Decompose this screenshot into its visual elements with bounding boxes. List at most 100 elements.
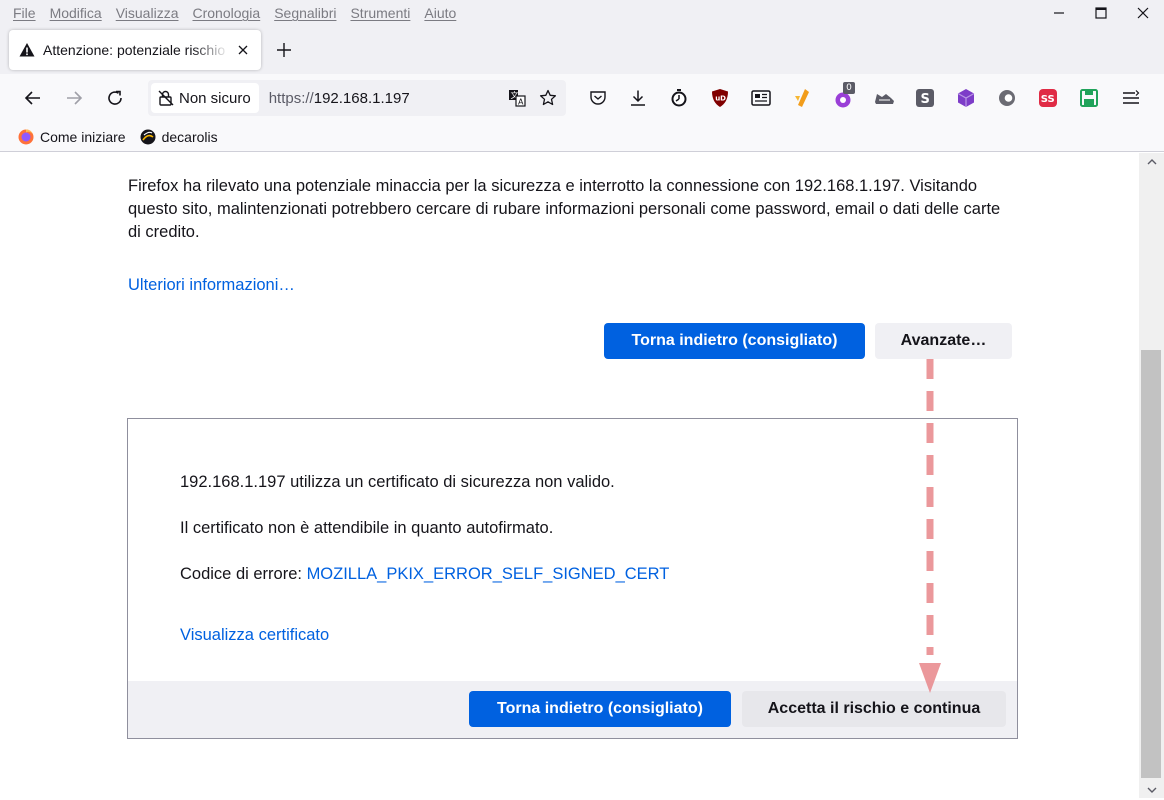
reload-button[interactable]: [99, 82, 131, 114]
menu-aiuto[interactable]: Aiuto: [417, 5, 463, 21]
site-identity-button[interactable]: Non sicuro: [151, 83, 259, 113]
extension-timer-button[interactable]: [668, 87, 690, 109]
extension-orange-button[interactable]: [791, 87, 813, 109]
svg-text:SS: SS: [1041, 94, 1055, 105]
newspaper-icon: [751, 90, 771, 106]
menu-strumenti[interactable]: Strumenti: [343, 5, 417, 21]
tab-title: Attenzione: potenziale rischio per la si…: [43, 42, 229, 58]
chevron-up-icon: [1147, 158, 1156, 164]
accept-risk-button[interactable]: Accetta il rischio e continua: [742, 691, 1006, 727]
shoe-extension-button[interactable]: [873, 87, 895, 109]
menu-file[interactable]: File: [6, 5, 43, 21]
annotation-arrow: [919, 359, 941, 693]
bookmark-decarolis[interactable]: decarolis: [140, 129, 218, 145]
page-scrollbar[interactable]: [1139, 153, 1164, 798]
close-icon: [238, 45, 248, 55]
menu-cronologia[interactable]: Cronologia: [185, 5, 267, 21]
arrow-right-icon: [67, 91, 83, 105]
url-text[interactable]: https://192.168.1.197: [269, 90, 504, 107]
view-certificate-link[interactable]: Visualizza certificato: [180, 626, 329, 645]
maximize-icon: [1095, 7, 1107, 19]
error-description: Firefox ha rilevato una potenziale minac…: [128, 177, 1001, 241]
bookmark-label: decarolis: [161, 128, 218, 145]
bookmark-come-iniziare[interactable]: Come iniziare: [18, 129, 126, 145]
menu-visualizza[interactable]: Visualizza: [109, 5, 186, 21]
svg-text:A: A: [518, 98, 524, 107]
menu-segnalibri[interactable]: Segnalibri: [267, 5, 343, 21]
translate-button[interactable]: 文 A: [504, 85, 530, 111]
star-icon: [539, 89, 557, 106]
close-window-button[interactable]: [1122, 0, 1164, 26]
go-back-button[interactable]: Torna indietro (consigliato): [604, 323, 865, 359]
orange-bolt-icon: [795, 89, 809, 107]
tab-close-button[interactable]: [235, 42, 251, 58]
bookmark-label: Come iniziare: [40, 128, 126, 145]
minimize-button[interactable]: [1038, 0, 1080, 26]
save-extension-button[interactable]: [1078, 87, 1100, 109]
privacy-badger-button[interactable]: 0: [832, 82, 856, 110]
ss-red-icon: SS: [1039, 89, 1057, 107]
ublock-shield-icon: uD: [712, 89, 728, 107]
download-icon: [631, 90, 645, 106]
tab-security-warning[interactable]: Attenzione: potenziale rischio per la si…: [9, 30, 261, 70]
advanced-button[interactable]: Avanzate…: [875, 323, 1012, 359]
insecure-lock-icon: [158, 90, 174, 106]
forward-button[interactable]: [58, 82, 90, 114]
menu-bar: File Modifica Visualizza Cronologia Segn…: [0, 0, 1164, 26]
bookmark-star-button[interactable]: [535, 85, 561, 111]
s-extension-button[interactable]: S: [914, 87, 936, 109]
advanced-panel: 192.168.1.197 utilizza un certificato di…: [127, 418, 1018, 739]
url-bar[interactable]: Non sicuro https://192.168.1.197 文 A: [148, 80, 566, 116]
new-tab-button[interactable]: [272, 38, 296, 62]
url-host: 192.168.1.197: [313, 89, 410, 107]
gray-ring-icon: [999, 90, 1015, 106]
decarolis-favicon-icon: [140, 129, 156, 144]
reader-extension-button[interactable]: [750, 87, 772, 109]
self-signed-text: Il certificato non è attendibile in quan…: [180, 519, 554, 537]
url-scheme: https://: [268, 89, 314, 107]
firefox-logo-icon: [18, 129, 34, 144]
maximize-button[interactable]: [1080, 0, 1122, 26]
not-secure-label: Non sicuro: [179, 89, 251, 107]
error-code-link[interactable]: MOZILLA_PKIX_ERROR_SELF_SIGNED_CERT: [307, 565, 670, 583]
translate-icon: 文 A: [509, 90, 526, 107]
circle-extension-button[interactable]: [996, 87, 1018, 109]
ublock-button[interactable]: uD: [709, 87, 731, 109]
menu-modifica[interactable]: Modifica: [43, 5, 109, 21]
back-button[interactable]: [17, 82, 49, 114]
error-page-content: Firefox ha rilevato una potenziale minac…: [0, 153, 1139, 798]
warning-icon: [19, 43, 35, 57]
go-back-button-secondary[interactable]: Torna indietro (consigliato): [469, 691, 731, 727]
error-code-line: Codice di errore: MOZILLA_PKIX_ERROR_SEL…: [180, 565, 669, 584]
error-code-label: Codice di errore:: [180, 565, 307, 583]
hamburger-menu-icon: [1123, 90, 1140, 104]
sneaker-icon: [875, 94, 894, 104]
close-icon: [1137, 7, 1149, 19]
pocket-icon: [590, 91, 606, 105]
scroll-down-button[interactable]: [1139, 781, 1164, 798]
app-menu-button[interactable]: [1120, 87, 1142, 109]
navigation-toolbar: Non sicuro https://192.168.1.197 文 A uD: [0, 74, 1164, 122]
stopwatch-icon: [671, 89, 687, 107]
minimize-icon: [1054, 12, 1064, 14]
scroll-up-button[interactable]: [1139, 153, 1164, 170]
svg-text:uD: uD: [715, 95, 726, 103]
plus-icon: [277, 43, 291, 57]
learn-more-link[interactable]: Ulteriori informazioni…: [128, 276, 295, 295]
purple-cube-icon: [957, 89, 975, 107]
bookmarks-toolbar: Come iniziare decarolis: [0, 122, 1164, 152]
tab-strip: Attenzione: potenziale rischio per la si…: [0, 26, 1164, 74]
pocket-button[interactable]: [587, 87, 609, 109]
downloads-button[interactable]: [627, 87, 649, 109]
advanced-panel-footer: Torna indietro (consigliato) Accetta il …: [128, 681, 1017, 738]
scroll-thumb[interactable]: [1141, 350, 1161, 778]
chevron-down-icon: [1147, 787, 1156, 793]
invalid-cert-text: 192.168.1.197 utilizza un certificato di…: [180, 473, 615, 491]
window-controls: [1038, 0, 1164, 26]
ss-extension-button[interactable]: SS: [1037, 87, 1059, 109]
cube-extension-button[interactable]: [955, 87, 977, 109]
svg-text:S: S: [921, 92, 930, 107]
reload-icon: [108, 90, 122, 105]
green-floppy-icon: [1080, 89, 1098, 107]
extension-badge: 0: [843, 82, 855, 94]
